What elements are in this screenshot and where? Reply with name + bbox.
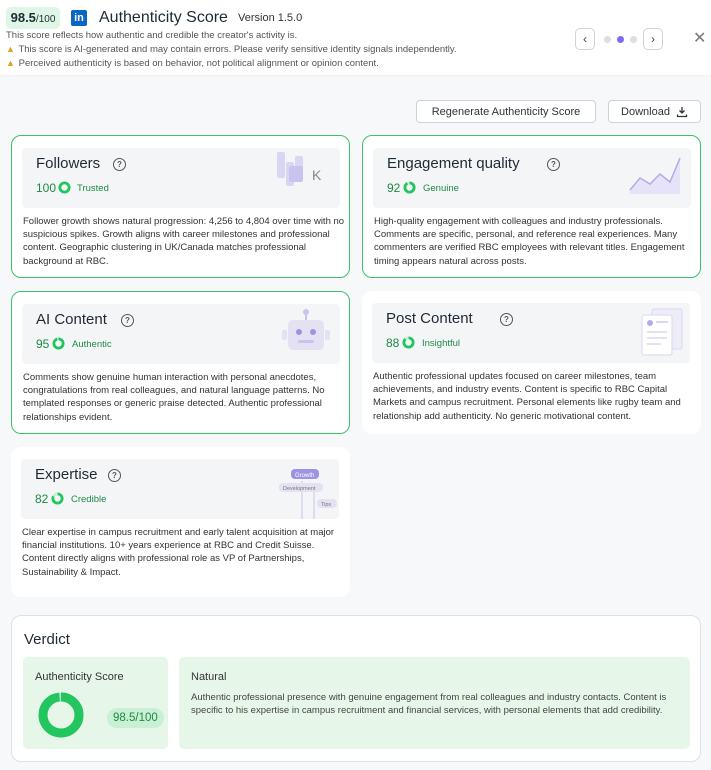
followers-header: Followers ? 100 Trusted K (22, 148, 340, 208)
overall-score-value: 98.5 (10, 10, 36, 25)
verdict-description: Authentic professional presence with gen… (191, 692, 667, 716)
followers-score: 100 (36, 181, 57, 195)
ring-progress (52, 337, 65, 350)
download-label: Download (621, 105, 670, 118)
page-title: Authenticity Score (99, 9, 228, 26)
warning-text-2: Perceived authenticity is based on behav… (18, 58, 379, 69)
engagement-description: High-quality engagement with colleagues … (374, 216, 685, 267)
expertise-header: Expertise ? 82 Credible Growth Developme… (21, 459, 339, 519)
carousel-dot-3[interactable] (630, 36, 637, 43)
help-icon[interactable]: ? (108, 469, 121, 482)
warning-line-2: ▲ Perceived authenticity is based on beh… (6, 58, 379, 69)
ring-progress (403, 181, 416, 194)
overall-score-badge: 98.5 /100 (6, 7, 60, 29)
ring-progress (38, 692, 84, 738)
header: 98.5 /100 in Authenticity Score Version … (0, 0, 711, 76)
post-content-card: Post Content ? 88 Insightful Authentic p… (362, 291, 701, 434)
followers-title: Followers (36, 155, 101, 172)
verdict-score-label: Authenticity Score (35, 671, 124, 683)
verdict-title: Verdict (24, 631, 70, 648)
version-label: Version 1.5.0 (238, 12, 303, 24)
ai-content-label: Authentic (72, 339, 112, 350)
download-icon (676, 106, 688, 117)
prev-button[interactable]: ‹ (575, 28, 595, 50)
warning-icon: ▲ (6, 58, 15, 68)
ai-content-header: AI Content ? 95 Authentic (22, 304, 340, 364)
ai-content-card: AI Content ? 95 Authentic Comments show … (11, 291, 350, 434)
engagement-chart-icon (629, 157, 681, 194)
followers-card: Followers ? 100 Trusted K Follower growt… (11, 135, 350, 278)
help-icon[interactable]: ? (500, 313, 513, 326)
help-icon[interactable]: ? (121, 314, 134, 327)
engagement-card: Engagement quality ? 92 Genuine High-qua… (362, 135, 701, 278)
tag-tips: Tips (321, 502, 331, 508)
regenerate-button[interactable]: Regenerate Authenticity Score (416, 100, 596, 123)
score-ring-icon (403, 181, 416, 194)
expertise-score: 82 (35, 492, 49, 506)
engagement-title: Engagement quality (387, 155, 520, 172)
download-button[interactable]: Download (608, 100, 701, 123)
post-content-score: 88 (386, 336, 400, 350)
expertise-label: Credible (71, 494, 107, 505)
chevron-left-icon: ‹ (583, 32, 587, 46)
robot-icon (282, 309, 330, 350)
warning-icon: ▲ (6, 44, 15, 54)
next-button[interactable]: › (643, 28, 663, 50)
engagement-label: Genuine (423, 183, 459, 194)
expertise-title: Expertise (35, 466, 98, 483)
warning-text-1: This score is AI-generated and may conta… (18, 44, 457, 55)
verdict-summary-box: Natural Authentic professional presence … (179, 657, 690, 749)
ai-content-title: AI Content (36, 311, 107, 328)
verdict-score-box: Authenticity Score 98.5/100 (23, 657, 168, 749)
followers-label: Trusted (77, 183, 109, 194)
verdict-donut-icon (38, 692, 84, 738)
followers-illustration-icon: K (277, 152, 322, 186)
document-icon (641, 308, 683, 356)
verdict-panel: Verdict Authenticity Score 98.5/100 Natu… (11, 615, 701, 762)
ai-content-description: Comments show genuine human interaction … (23, 372, 325, 423)
carousel-dot-2[interactable] (617, 36, 624, 43)
close-icon[interactable]: ✕ (693, 28, 706, 48)
expertise-tags-icon: Growth Development Tips (279, 469, 337, 519)
carousel-dot-1[interactable] (604, 36, 611, 43)
post-content-label: Insightful (422, 338, 461, 349)
post-content-header: Post Content ? 88 Insightful (372, 303, 690, 363)
warning-line-1: ▲ This score is AI-generated and may con… (6, 44, 457, 55)
followers-description: Follower growth shows natural progressio… (23, 216, 345, 267)
regenerate-label: Regenerate Authenticity Score (431, 105, 581, 118)
overall-score-max: /100 (35, 14, 56, 25)
subtitle: This score reflects how authentic and cr… (6, 30, 298, 41)
ring-progress (402, 336, 415, 349)
verdict-category: Natural (191, 671, 227, 683)
help-icon[interactable]: ? (113, 158, 126, 171)
illustration-k: K (312, 167, 322, 183)
ai-content-score: 95 (36, 337, 50, 351)
score-ring-icon (402, 336, 415, 349)
expertise-description: Clear expertise in campus recruitment an… (22, 527, 335, 578)
engagement-header: Engagement quality ? 92 Genuine (373, 148, 691, 208)
tag-development: Development (283, 486, 316, 492)
engagement-score: 92 (387, 181, 401, 195)
score-ring-icon (51, 492, 64, 505)
post-content-title: Post Content (386, 310, 473, 327)
chevron-right-icon: › (651, 32, 655, 46)
score-ring-icon (58, 181, 71, 194)
linkedin-icon: in (71, 10, 87, 26)
score-ring-icon (52, 337, 65, 350)
expertise-card: Expertise ? 82 Credible Growth Developme… (11, 447, 350, 597)
help-icon[interactable]: ? (547, 158, 560, 171)
verdict-score-value: 98.5/100 (107, 708, 164, 728)
post-content-description: Authentic professional updates focused o… (373, 371, 681, 422)
tag-growth: Growth (295, 473, 314, 479)
